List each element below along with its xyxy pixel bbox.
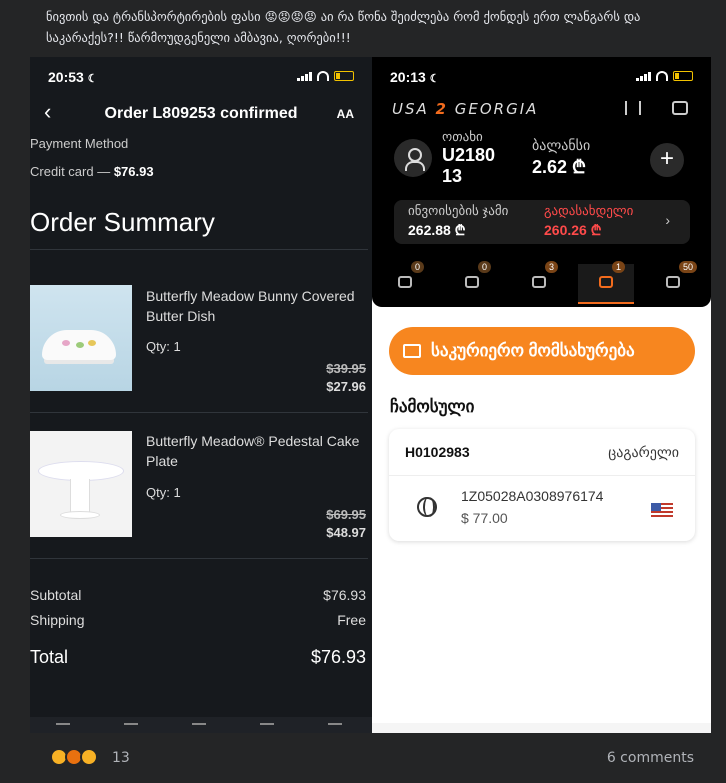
room-value: U2180 13 (442, 145, 496, 186)
summary-title: Order Summary (30, 207, 215, 237)
tag-icon[interactable] (260, 723, 274, 731)
us-flag-icon (651, 503, 673, 517)
tab-badge: 0 (478, 261, 492, 273)
more-icon[interactable] (328, 723, 342, 731)
reactions[interactable] (50, 748, 98, 766)
tracking-number: 1Z05028A0308976174 (461, 488, 604, 504)
nav-bar: ‹ Order L809253 confirmed AA (30, 101, 372, 125)
grid-icon[interactable] (124, 723, 138, 731)
balance-label: ბალანსი (532, 137, 591, 153)
feed-margin-right (711, 57, 726, 783)
gift-icon (666, 276, 680, 288)
parcel-card[interactable]: H0102983 ცაგარელი 1Z05028A0308976174 $ 7… (389, 429, 695, 541)
tab-badge: 1 (612, 261, 626, 273)
tab-gift[interactable]: 50 (645, 261, 701, 304)
text-size-button[interactable]: AA (337, 107, 354, 121)
item-qty: Qty: 1 (146, 485, 181, 500)
payment-label: Payment Method (30, 136, 129, 151)
wifi-icon (656, 71, 668, 81)
section-title: ჩამოსული (390, 397, 475, 416)
globe-icon (417, 497, 437, 517)
divider (30, 412, 368, 413)
courier-service-button[interactable]: საკურიერო მომსახურება (389, 327, 695, 375)
order-screenshot: 20:53 ☾ ‹ Order L809253 confirmed AA Pay… (30, 57, 372, 733)
invoice-value: 262.88 ₾ (408, 222, 466, 238)
inbox-icon (398, 276, 412, 288)
parcel-amount: $ 77.00 (461, 510, 508, 526)
signal-icon (297, 71, 312, 81)
tab-box[interactable]: 0 (444, 261, 500, 304)
package-icon[interactable] (672, 101, 688, 115)
product-image-butter-dish (30, 285, 132, 391)
status-icons (636, 71, 693, 81)
parcel-app-screenshot: 20:13 ☾ USA 2 GEORGIA ოთახი U2180 13 ბალ… (372, 57, 711, 733)
barcode-scan-icon[interactable] (625, 101, 641, 115)
chevron-right-icon: › (665, 212, 670, 228)
account-header: 20:13 ☾ USA 2 GEORGIA ოთახი U2180 13 ბალ… (372, 57, 711, 307)
tab-badge: 50 (679, 261, 698, 273)
item-name: Butterfly Meadow Bunny Covered Butter Di… (146, 288, 355, 324)
item-new-price: $27.96 (326, 379, 366, 394)
shipping-row: Shipping Free (30, 612, 366, 628)
home-icon[interactable] (56, 723, 70, 731)
due-value: 260.26 ₾ (544, 222, 602, 238)
bottom-edge (372, 723, 711, 733)
status-time: 20:13 ☾ (390, 69, 440, 85)
reaction-count[interactable]: 13 (112, 750, 130, 766)
divider (30, 249, 368, 250)
invoice-summary[interactable]: ინვოისების ჯამი 262.88 ₾ გადასახდელი 260… (394, 200, 690, 244)
due-label: გადასახდელი (544, 203, 634, 218)
shoe-icon (599, 276, 613, 288)
add-balance-button[interactable]: + (650, 143, 684, 177)
battery-icon (334, 71, 354, 81)
balance-value: 2.62 ₾ (532, 157, 586, 177)
tab-plane[interactable]: 3 (511, 261, 567, 304)
invoice-label: ინვოისების ჯამი (408, 203, 509, 218)
folder-icon[interactable] (192, 723, 206, 731)
item-new-price: $48.97 (326, 525, 366, 540)
battery-icon (673, 71, 693, 81)
item-qty: Qty: 1 (146, 339, 181, 354)
divider (389, 475, 695, 476)
avatar[interactable] (394, 139, 432, 177)
feed-margin-left (0, 57, 30, 783)
item-old-price: $39.95 (326, 361, 366, 376)
bottom-toolbar (30, 717, 372, 733)
payment-value: Credit card — $76.93 (30, 164, 154, 179)
item-name: Butterfly Meadow® Pedestal Cake Plate (146, 433, 360, 469)
status-icons (297, 71, 354, 81)
status-time: 20:53 ☾ (48, 69, 98, 85)
page-title: Order L809253 confirmed (104, 105, 298, 122)
tab-arrived[interactable]: 1 (578, 261, 634, 304)
post-footer: 13 6 comments (30, 733, 711, 783)
total-row: Total $76.93 (30, 647, 366, 667)
brand-logo: USA 2 GEORGIA (392, 100, 539, 118)
parcel-id: H0102983 (405, 444, 470, 460)
signal-icon (636, 71, 651, 81)
wifi-icon (317, 71, 329, 81)
comments-link[interactable]: 6 comments (607, 750, 694, 766)
sad-reaction-icon (80, 748, 98, 766)
plane-icon (532, 276, 546, 288)
product-image-cake-plate (30, 431, 132, 537)
tab-badge: 0 (411, 261, 425, 273)
box-icon (465, 276, 479, 288)
divider (30, 558, 368, 559)
tab-badge: 3 (545, 261, 559, 273)
subtotal-row: Subtotal $76.93 (30, 587, 366, 603)
item-old-price: $69.95 (326, 507, 366, 522)
truck-icon (403, 344, 421, 358)
room-label: ოთახი (442, 129, 483, 144)
tab-inbox[interactable]: 0 (377, 261, 433, 304)
post-text: ნივთის და ტრანსპორტირების ფასი 😡😡😡😡 აი რ… (0, 0, 726, 57)
parcel-location: ცაგარელი (608, 444, 679, 460)
